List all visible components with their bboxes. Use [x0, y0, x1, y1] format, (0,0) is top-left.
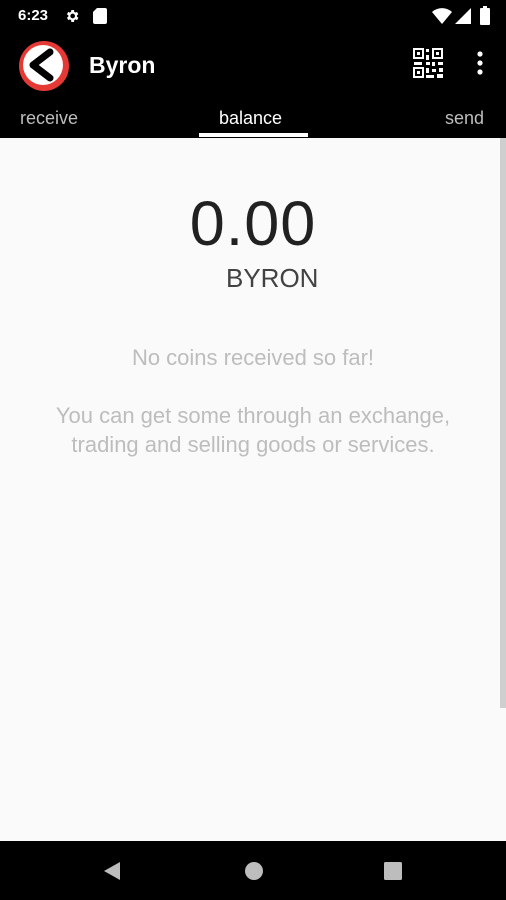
cellular-icon: [455, 8, 471, 24]
tab-balance[interactable]: balance: [219, 108, 282, 129]
balance-amount: 0.00: [189, 189, 317, 259]
byron-logo: [19, 41, 69, 91]
sd-card-icon: [93, 8, 107, 24]
balance-panel: 0.00 BYRON No coins received so far! You…: [0, 138, 506, 841]
qr-code-icon[interactable]: [412, 47, 444, 79]
tab-send[interactable]: send: [445, 108, 484, 129]
currency-label: BYRON: [226, 263, 319, 293]
system-nav-bar: [0, 841, 506, 900]
home-icon[interactable]: [244, 860, 264, 882]
settings-icon: [66, 10, 79, 22]
status-bar: 6:23: [0, 0, 506, 32]
tab-indicator: [199, 133, 308, 137]
battery-icon: [480, 6, 490, 25]
recents-icon[interactable]: [383, 860, 403, 882]
scrollbar[interactable]: [500, 138, 506, 708]
back-icon[interactable]: [102, 860, 122, 882]
empty-state-title: No coins received so far!: [131, 345, 375, 370]
status-time: 6:23: [18, 7, 49, 24]
tab-receive[interactable]: receive: [20, 108, 78, 129]
wifi-icon: [432, 8, 452, 24]
more-vert-icon[interactable]: [470, 49, 490, 77]
tab-bar: receive balance send: [0, 98, 506, 138]
empty-state-message: You can get some through an exchange, tr…: [55, 403, 451, 457]
app-bar: Byron: [0, 32, 506, 98]
app-title: Byron: [89, 52, 156, 78]
